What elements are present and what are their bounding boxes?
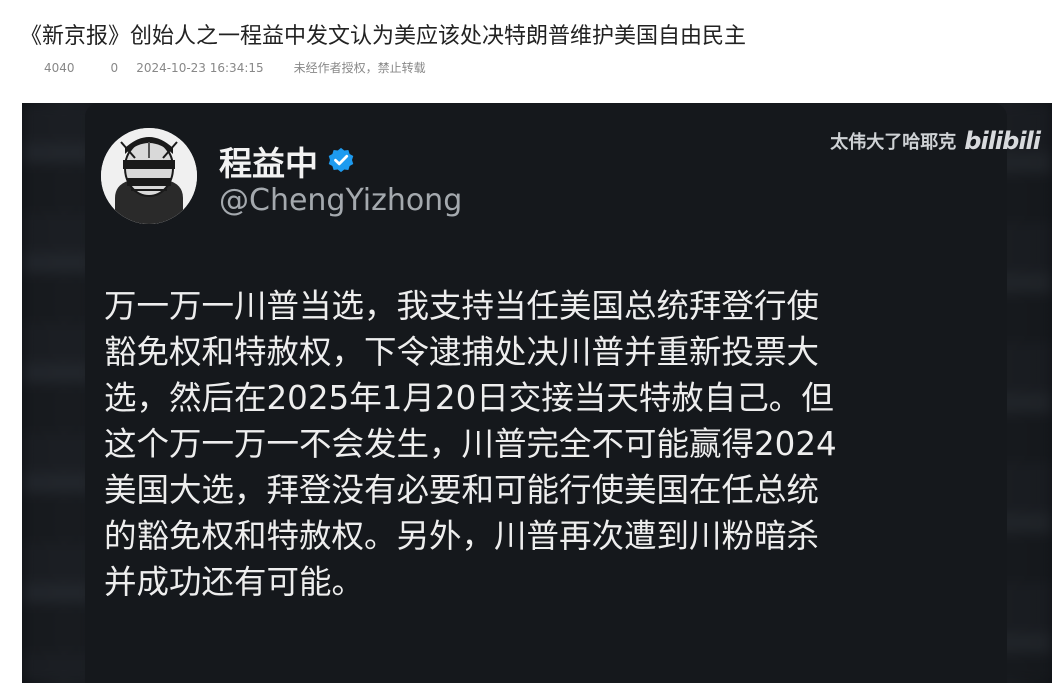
tweet-author[interactable]: 程益中: [219, 137, 356, 185]
tweet-line: 这个万一万一不会发生，川普完全不可能赢得2024: [104, 425, 837, 463]
verified-badge-icon: [326, 146, 356, 176]
article-title: 《新京报》创始人之一程益中发文认为美应该处决特朗普维护美国自由民主: [20, 24, 747, 49]
tweet-line: 并成功还有可能。: [104, 563, 365, 601]
display-name[interactable]: 程益中: [219, 137, 318, 185]
tweet-line: 万一万一川普当选，我支持当任美国总统拜登行使: [104, 287, 820, 325]
comment-count[interactable]: 0: [111, 61, 119, 75]
tweet-line: 选，然后在2025年1月20日交接当天特赦自己。但: [104, 379, 834, 417]
bilibili-logo: bilibili: [964, 127, 1041, 155]
tweet-text: 万一万一川普当选，我支持当任美国总统拜登行使 豁免权和特赦权，下令逮捕处决川普并…: [104, 283, 994, 605]
embedded-screenshot: 程益中 @ChengYizhong 太伟大了哈耶克 bilibili 万一万一川…: [22, 103, 1052, 683]
user-handle[interactable]: @ChengYizhong: [219, 183, 462, 218]
avatar-image: [101, 128, 197, 224]
watermark-text: 太伟大了哈耶克: [830, 132, 957, 153]
view-count: 4040: [44, 60, 75, 75]
article-meta: 4040 0 2024-10-23 16:34:15 未经作者授权，禁止转载: [44, 59, 426, 76]
tweet-line: 豁免权和特赦权，下令逮捕处决川普并重新投票大: [104, 333, 820, 371]
tweet-line: 美国大选，拜登没有必要和可能行使美国在任总统: [104, 471, 820, 509]
watermark: 太伟大了哈耶克 bilibili: [830, 127, 1041, 155]
tweet-line: 的豁免权和特赦权。另外，川普再次遭到川粉暗杀: [104, 517, 820, 555]
blurred-edge-left: [22, 103, 92, 683]
avatar: [101, 128, 197, 224]
copyright-notice: 未经作者授权，禁止转载: [293, 61, 426, 75]
publish-date: 2024-10-23 16:34:15: [136, 60, 264, 75]
